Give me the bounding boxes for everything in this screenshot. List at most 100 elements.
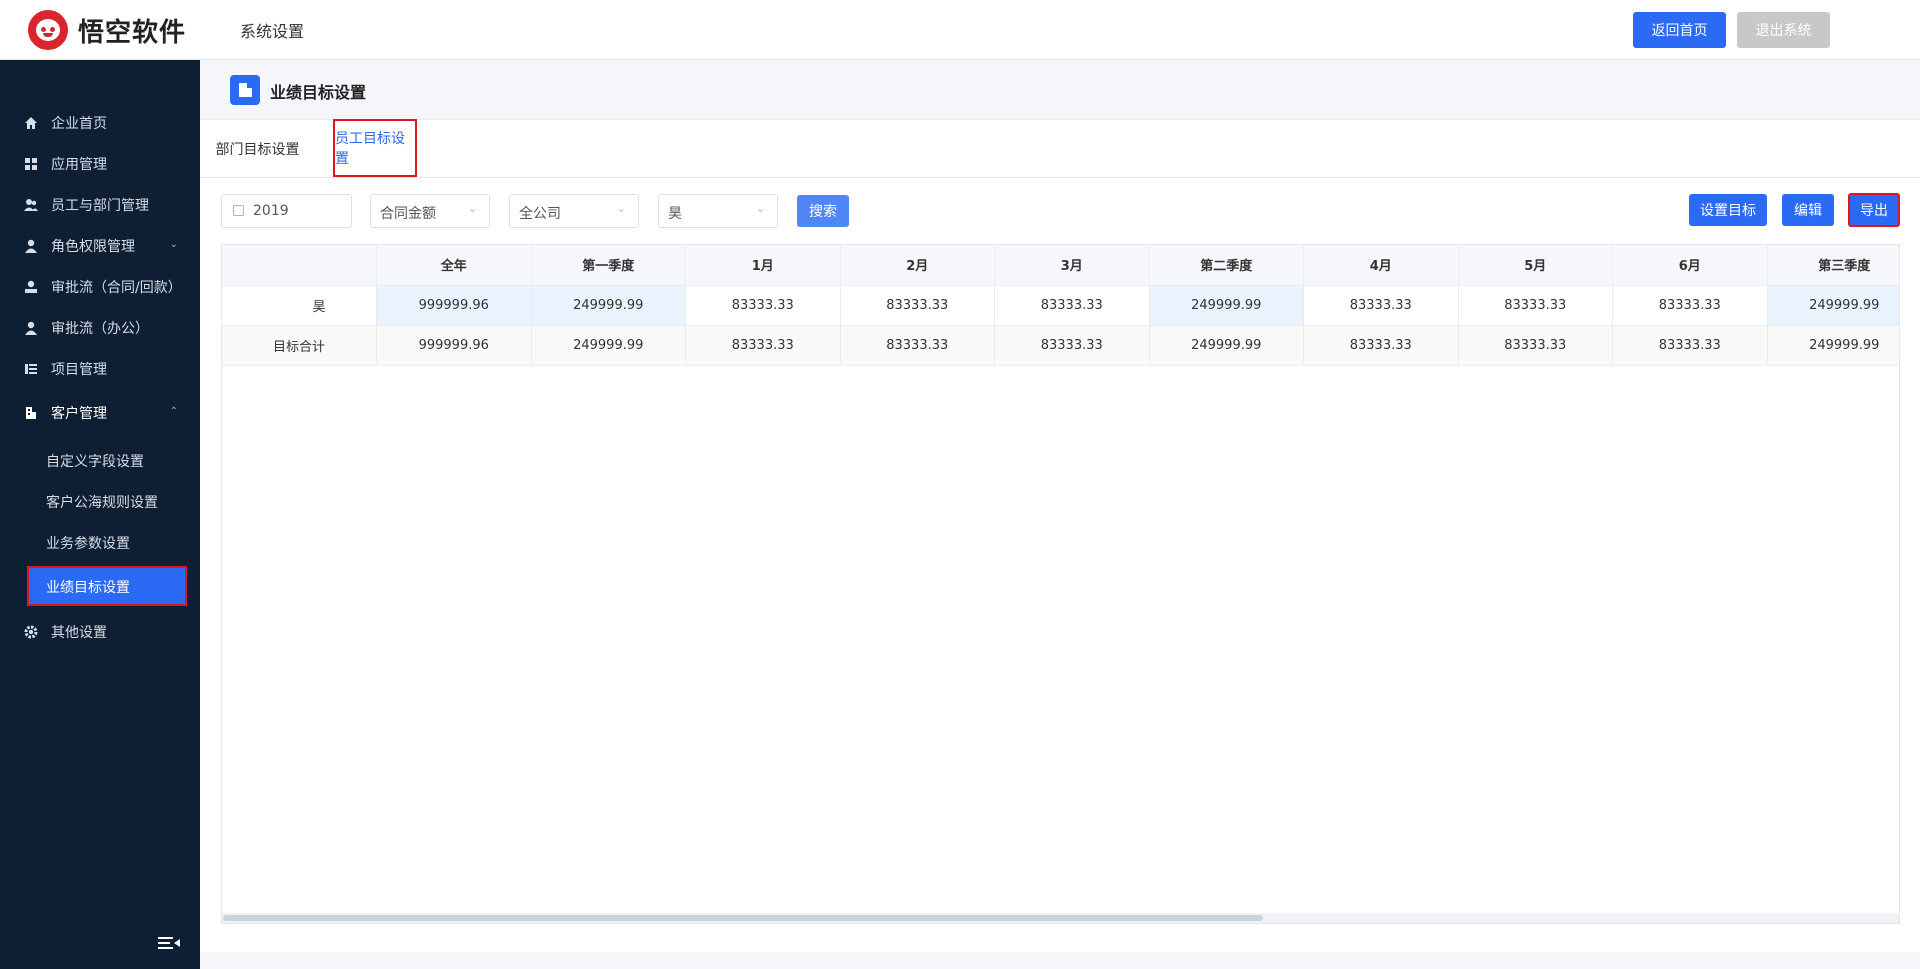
metric-select[interactable]: 合同金额 ⌄	[370, 194, 490, 228]
building-icon	[230, 75, 260, 105]
chevron-down-icon: ⌄	[616, 202, 626, 215]
table-cell: 83333.33	[1303, 285, 1459, 326]
table-cell: 249999.99	[1149, 325, 1304, 366]
sidebar-item-home[interactable]: 企业首页	[0, 103, 200, 143]
table-cell: 目标合计	[222, 325, 377, 366]
chevron-down-icon: ⌄	[169, 239, 178, 250]
metric-value: 合同金额	[380, 206, 436, 222]
main-panel: 部门目标设置 员工目标设置 2019 合同金额 ⌄ 全公司 ⌄ 昊 ⌄ 搜索 设…	[200, 119, 1920, 952]
table-header-cell: 第三季度	[1767, 245, 1899, 286]
table-header-cell: 第二季度	[1149, 245, 1304, 286]
table-total-row: 目标合计 999999.96 249999.99 83333.33 83333.…	[222, 325, 1899, 366]
sidebar-subitem-label: 业务参数设置	[46, 536, 130, 552]
table-header-cell: 5月	[1458, 245, 1613, 286]
table-header-cell: 3月	[994, 245, 1150, 286]
horizontal-scrollbar-thumb[interactable]	[223, 915, 1263, 921]
chevron-down-icon: ⌄	[467, 202, 477, 215]
tab-bar: 部门目标设置 员工目标设置	[200, 119, 1920, 178]
sidebar-subitem-label: 自定义字段设置	[46, 454, 144, 470]
employee-select[interactable]: 昊 ⌄	[658, 194, 778, 228]
collapse-menu-icon[interactable]	[158, 935, 180, 951]
table-cell: 999999.96	[376, 285, 532, 326]
sidebar-item-label: 企业首页	[51, 116, 107, 132]
set-target-button[interactable]: 设置目标	[1689, 194, 1767, 226]
sidebar-item-label: 其他设置	[51, 625, 107, 641]
project-list-icon	[25, 364, 37, 374]
header-title: 系统设置	[240, 22, 305, 41]
calendar-icon	[233, 205, 244, 216]
sidebar-subitem-label: 业绩目标设置	[46, 580, 130, 596]
sidebar-item-label: 审批流（合同/回款）	[51, 280, 182, 296]
table-header-cell: 6月	[1612, 245, 1768, 286]
table-cell: 83333.33	[685, 285, 841, 326]
sidebar-item-approval-contract[interactable]: 审批流（合同/回款）	[0, 267, 200, 307]
table-cell: 999999.96	[376, 325, 532, 366]
chevron-up-icon: ⌃	[169, 406, 178, 417]
table-cell: 249999.99	[1767, 325, 1899, 366]
table-header-cell: 1月	[685, 245, 841, 286]
target-table: 全年 第一季度 1月 2月 3月 第二季度 4月 5月 6月 第三季度 昊 99…	[221, 244, 1900, 924]
logo[interactable]: 悟空软件	[28, 10, 186, 50]
page-title: 业绩目标设置	[270, 83, 367, 102]
edit-button[interactable]: 编辑	[1782, 194, 1834, 226]
sidebar-item-other-settings[interactable]: 其他设置	[0, 612, 200, 652]
user-role-icon	[25, 239, 37, 253]
table-cell: 83333.33	[840, 325, 995, 366]
sidebar: 企业首页 应用管理 员工与部门管理 角色权限管理 ⌄ 审批流（合同/回款） 审批…	[0, 60, 200, 969]
sidebar-item-label: 员工与部门管理	[51, 198, 149, 214]
table-cell: 249999.99	[1149, 285, 1304, 326]
users-icon	[24, 199, 38, 211]
sidebar-item-label: 应用管理	[51, 157, 107, 173]
building-icon	[26, 407, 36, 419]
search-button[interactable]: 搜索	[797, 195, 849, 227]
table-cell: 昊	[222, 285, 377, 326]
tab-department-targets[interactable]: 部门目标设置	[210, 120, 305, 178]
sidebar-subitem-business-params[interactable]: 业务参数设置	[0, 522, 200, 562]
table-cell: 83333.33	[994, 325, 1150, 366]
top-header: 悟空软件 系统设置 返回首页 退出系统	[0, 0, 1920, 60]
approval-office-icon	[25, 321, 37, 335]
org-value: 全公司	[519, 206, 561, 222]
table-cell: 83333.33	[1458, 285, 1613, 326]
sidebar-item-apps[interactable]: 应用管理	[0, 144, 200, 184]
sidebar-item-approval-office[interactable]: 审批流（办公）	[0, 308, 200, 348]
logo-text: 悟空软件	[78, 17, 187, 48]
table-cell: 83333.33	[840, 285, 995, 326]
sidebar-item-label: 客户管理	[51, 406, 107, 422]
sidebar-subitem-custom-fields[interactable]: 自定义字段设置	[0, 440, 200, 480]
logout-button[interactable]: 退出系统	[1737, 12, 1830, 48]
table-header-cell: 第一季度	[531, 245, 686, 286]
table-cell: 249999.99	[531, 325, 686, 366]
sidebar-item-label: 审批流（办公）	[51, 321, 149, 337]
sidebar-subitem-pool-rules[interactable]: 客户公海规则设置	[0, 481, 200, 521]
table-cell: 83333.33	[1612, 325, 1768, 366]
page-header: 业绩目标设置	[200, 60, 1920, 120]
table-header-cell: 2月	[840, 245, 995, 286]
sidebar-item-label: 角色权限管理	[51, 239, 135, 255]
chevron-down-icon: ⌄	[755, 202, 765, 215]
sidebar-item-customers[interactable]: 客户管理 ⌃	[0, 393, 200, 433]
org-select[interactable]: 全公司 ⌄	[509, 194, 639, 228]
table-header-cell: 全年	[376, 245, 532, 286]
year-value: 2019	[253, 203, 289, 219]
sidebar-subitem-label: 客户公海规则设置	[46, 495, 158, 511]
table-cell: 83333.33	[685, 325, 841, 366]
export-button[interactable]: 导出	[1848, 193, 1900, 227]
employee-value: 昊	[668, 206, 682, 222]
table-header-cell	[222, 245, 377, 286]
sidebar-subitem-performance-targets[interactable]: 业绩目标设置	[27, 566, 187, 606]
sidebar-item-projects[interactable]: 项目管理	[0, 349, 200, 389]
table-header-row: 全年 第一季度 1月 2月 3月 第二季度 4月 5月 6月 第三季度	[222, 245, 1899, 286]
tab-employee-targets[interactable]: 员工目标设置	[333, 119, 417, 177]
sidebar-item-roles[interactable]: 角色权限管理 ⌄	[0, 226, 200, 266]
table-row[interactable]: 昊 999999.96 249999.99 83333.33 83333.33 …	[222, 285, 1899, 326]
table-header-cell: 4月	[1303, 245, 1459, 286]
year-picker[interactable]: 2019	[221, 194, 352, 228]
home-icon	[25, 117, 37, 129]
approval-icon	[25, 280, 37, 293]
table-cell: 249999.99	[1767, 285, 1899, 326]
sidebar-item-staff[interactable]: 员工与部门管理	[0, 185, 200, 225]
return-home-button[interactable]: 返回首页	[1633, 12, 1726, 48]
table-cell: 83333.33	[1458, 325, 1613, 366]
table-cell: 83333.33	[1303, 325, 1459, 366]
